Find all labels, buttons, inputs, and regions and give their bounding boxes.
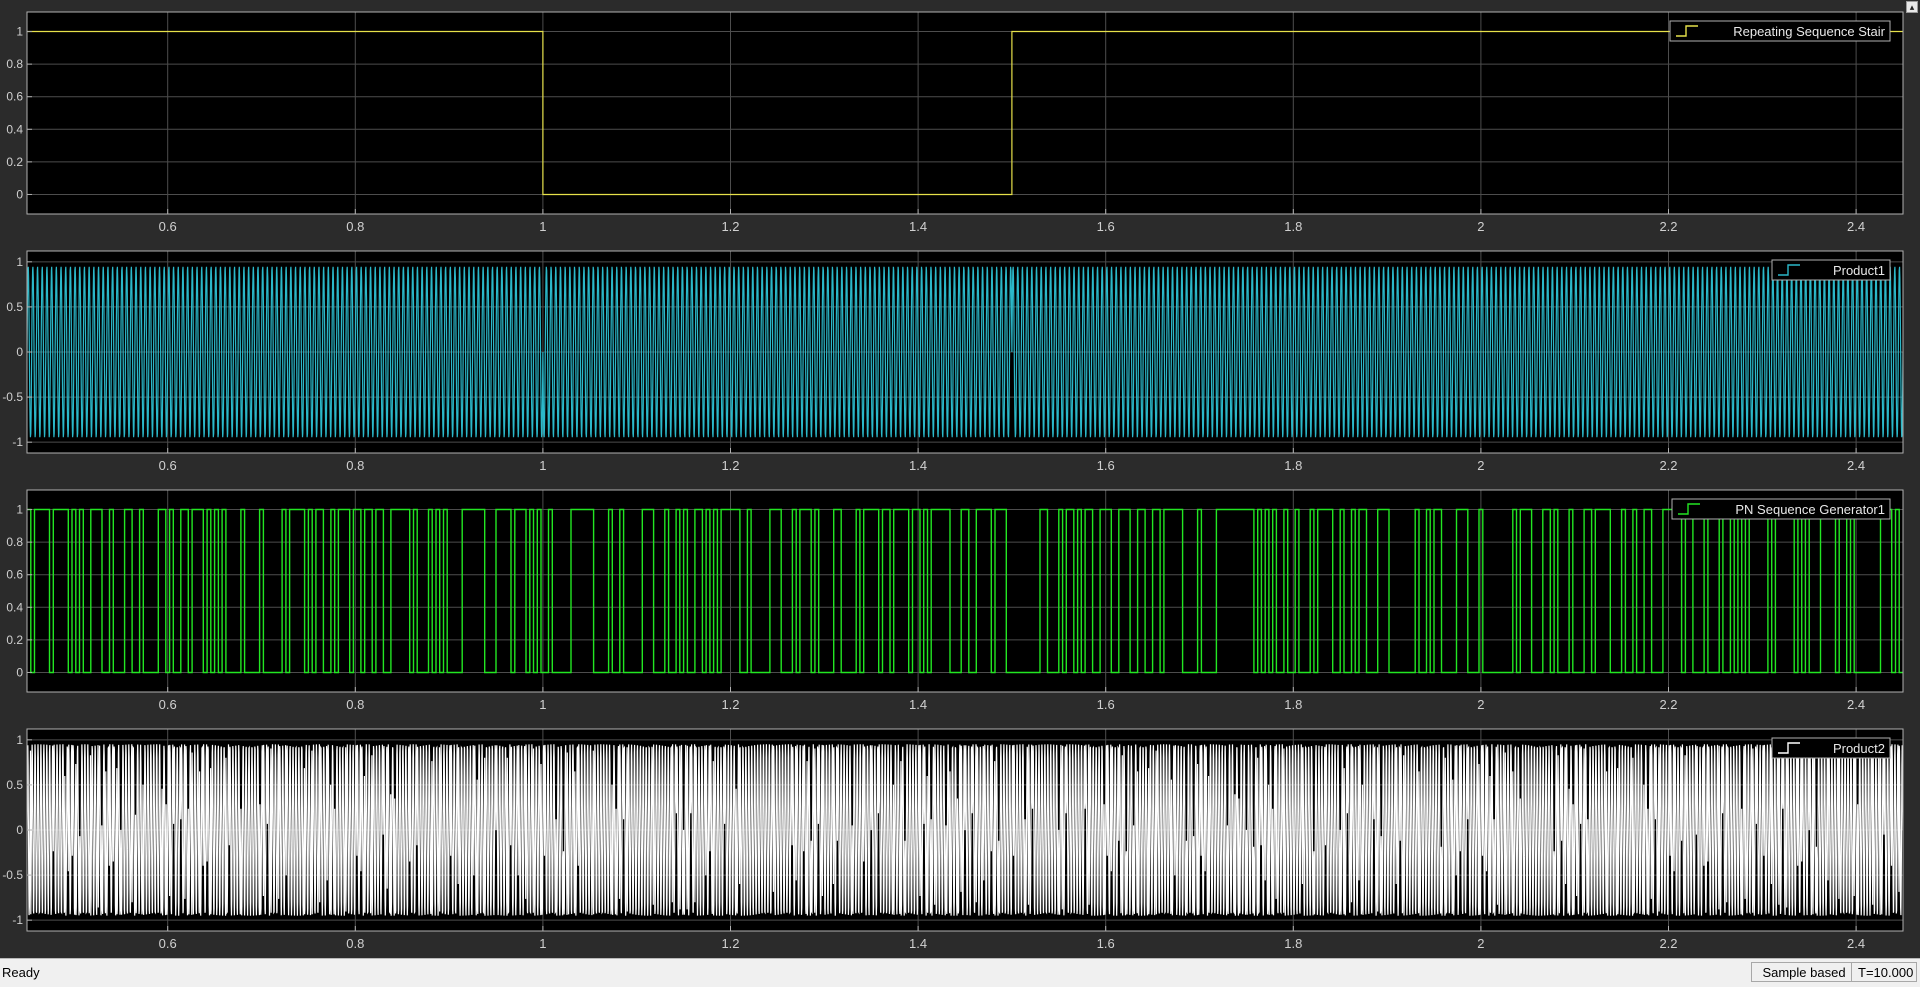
axes-4: 0.6 0.8 1 1.2 1.4 1.6 1.8 2 2.2 2.4 -1 -0.5 0 0.5 1 Pro… [2, 728, 1904, 951]
x-tick-label: 1.6 [1097, 219, 1115, 234]
y-tick-label: 0.5 [6, 778, 23, 792]
y-tick-label: -0.5 [2, 390, 23, 404]
y-tick-label: 0 [16, 187, 23, 201]
y-tick-label: 0.8 [6, 535, 23, 549]
y-tick-label: 0.2 [6, 155, 23, 169]
x-tick-label: 2 [1477, 458, 1484, 473]
x-tick-label: 1.8 [1284, 219, 1302, 234]
x-tick-label: 1.4 [909, 697, 927, 712]
y-tick-label: 0.6 [6, 568, 23, 582]
y-tick-label: 0.2 [6, 633, 23, 647]
legend: PN Sequence Generator1 [1671, 498, 1891, 520]
x-tick-label: 0.8 [346, 697, 364, 712]
x-tick-label: 1.6 [1097, 936, 1115, 951]
legend: Product1 [1771, 259, 1891, 281]
x-tick-label: 2.4 [1847, 936, 1865, 951]
status-bar: Ready Sample based T=10.000 [0, 958, 1920, 987]
x-tick-label: 0.8 [346, 936, 364, 951]
x-tick-label: 2.2 [1659, 697, 1677, 712]
y-tick-label: 0 [16, 823, 23, 837]
x-tick-label: 2.4 [1847, 697, 1865, 712]
x-tick-label: 1.2 [721, 936, 739, 951]
y-tick-label: 1 [16, 25, 23, 39]
legend-label: PN Sequence Generator1 [1735, 502, 1885, 517]
x-tick-label: 1.2 [721, 219, 739, 234]
y-tick-label: 1 [16, 255, 23, 269]
legend-label: Repeating Sequence Stair [1733, 24, 1885, 39]
status-text: Ready [2, 965, 40, 980]
x-tick-label: 2 [1477, 697, 1484, 712]
x-tick-label: 1.2 [721, 458, 739, 473]
y-tick-label: 0 [16, 345, 23, 359]
y-tick-label: -1 [12, 913, 23, 927]
y-tick-label: 1 [16, 503, 23, 517]
y-tick-label: -1 [12, 435, 23, 449]
y-tick-label: 1 [16, 733, 23, 747]
x-tick-label: 0.8 [346, 458, 364, 473]
x-tick-label: 1.8 [1284, 697, 1302, 712]
x-tick-label: 1.8 [1284, 458, 1302, 473]
x-tick-label: 0.6 [159, 697, 177, 712]
x-tick-label: 2 [1477, 219, 1484, 234]
axes-1: 0.6 0.8 1 1.2 1.4 1.6 1.8 2 2.2 2.4 0 0.2 0.4 0.6 0.8 1… [6, 11, 1904, 234]
sample-mode-indicator: Sample based [1751, 962, 1857, 982]
y-tick-label: -0.5 [2, 868, 23, 882]
x-tick-label: 1 [539, 697, 546, 712]
legend-label: Product2 [1833, 741, 1885, 756]
x-tick-label: 1.4 [909, 936, 927, 951]
x-tick-label: 0.6 [159, 458, 177, 473]
y-tick-label: 0.4 [6, 600, 23, 614]
y-tick-label: 0 [16, 665, 23, 679]
x-tick-label: 2.2 [1659, 458, 1677, 473]
plot-area [27, 12, 1903, 214]
y-tick-label: 0.6 [6, 90, 23, 104]
x-tick-label: 1.8 [1284, 936, 1302, 951]
legend: Repeating Sequence Stair [1669, 20, 1891, 42]
x-tick-label: 1 [539, 936, 546, 951]
scope-plots: 0.6 0.8 1 1.2 1.4 1.6 1.8 2 2.2 2.4 0 0.2 0.4 0.6 0.8 1… [2, 11, 1904, 951]
x-tick-label: 1.2 [721, 697, 739, 712]
x-tick-label: 1.6 [1097, 458, 1115, 473]
x-tick-label: 2.4 [1847, 219, 1865, 234]
x-tick-label: 1 [539, 219, 546, 234]
x-tick-label: 1.4 [909, 458, 927, 473]
axes-2: 0.6 0.8 1 1.2 1.4 1.6 1.8 2 2.2 2.4 -1 -0.5 0 0.5 1 Pro… [2, 250, 1904, 473]
restore-window-icon[interactable]: ▴ [1906, 1, 1918, 13]
x-tick-label: 2.4 [1847, 458, 1865, 473]
y-tick-label: 0.8 [6, 57, 23, 71]
x-tick-label: 1.4 [909, 219, 927, 234]
x-tick-label: 0.8 [346, 219, 364, 234]
series-line [27, 266, 1903, 438]
y-tick-label: 0.5 [6, 300, 23, 314]
x-tick-label: 0.6 [159, 219, 177, 234]
x-tick-label: 2.2 [1659, 219, 1677, 234]
x-tick-label: 0.6 [159, 936, 177, 951]
sim-time-indicator: T=10.000 [1851, 962, 1917, 982]
x-tick-label: 2 [1477, 936, 1484, 951]
x-tick-label: 1 [539, 458, 546, 473]
axes-3: 0.6 0.8 1 1.2 1.4 1.6 1.8 2 2.2 2.4 0 0.2 0.4 0.6 0.8 1… [6, 489, 1904, 712]
x-tick-label: 2.2 [1659, 936, 1677, 951]
legend: Product2 [1771, 737, 1891, 759]
x-tick-label: 1.6 [1097, 697, 1115, 712]
y-tick-label: 0.4 [6, 122, 23, 136]
legend-label: Product1 [1833, 263, 1885, 278]
